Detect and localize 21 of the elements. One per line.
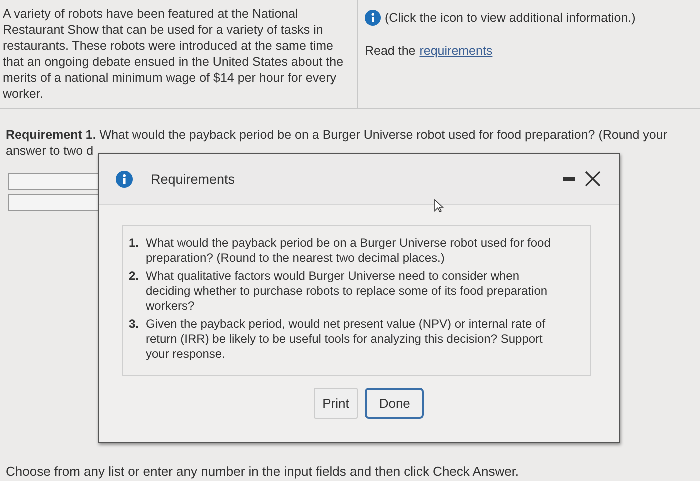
answer-field[interactable] (8, 194, 100, 211)
requirements-link[interactable]: requirements (420, 44, 493, 58)
dialog-title: Requirements (151, 172, 236, 186)
read-prefix: Read the (365, 44, 416, 58)
dialog-button[interactable]: Done (365, 388, 424, 419)
item-number: 3. (129, 317, 140, 333)
info-icon[interactable] (365, 10, 381, 26)
info-icon (116, 170, 133, 188)
requirement-item: What qualitative factors would Burger Universe need to consider when deciding whether to purchase robots to replace some of its food preparation workers? (146, 269, 549, 314)
cursor-icon (434, 199, 444, 213)
requirement-item: Given the payback period, would net present value (NPV) or internal rate of return (IRR) be likely to be useful tools for analyzing this decision? Support your response. (146, 317, 547, 362)
item-number: 1. (129, 236, 140, 252)
requirement-text: Requirement 1. What would the payback period be on a Burger Universe robot used for food preparation? (Round your answer to two d (6, 127, 668, 159)
requirement-item: What would the payback period be on a Burger Universe robot used for food preparation? (Round to the nearest two decimal places.) (146, 236, 552, 266)
close-icon[interactable] (585, 171, 601, 187)
info-note: (Click the icon to view additional information.) (385, 11, 636, 25)
intro-paragraph: A variety of robots have been featured at the National Restaurant Show that can be used for a variety of tasks in restaurants. These robots were introduced at the same time that an ongoing debate ensued in the United States about the merits of a national minimum wage of $14 per hour for every worker. (3, 6, 345, 102)
instruction-text: Choose from any list or enter any number in the input fields and then click Check Answer. (6, 464, 520, 479)
item-number: 2. (129, 269, 140, 285)
answer-field[interactable] (8, 173, 100, 190)
dialog-button[interactable]: Print (314, 388, 358, 419)
